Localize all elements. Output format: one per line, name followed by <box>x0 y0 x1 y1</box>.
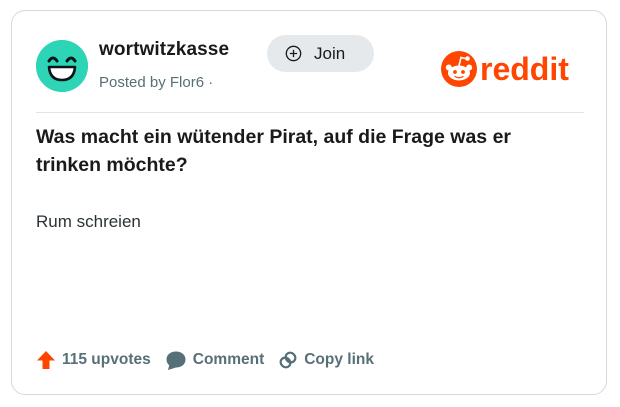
post-body: Rum schreien <box>36 212 141 231</box>
copy-link-label: Copy link <box>304 351 374 368</box>
post-title[interactable]: Was macht ein wütender Pirat, auf die Fr… <box>36 123 576 179</box>
join-label: Join <box>314 43 346 63</box>
copy-link-button[interactable]: Copy link <box>278 349 374 371</box>
upvote-button[interactable]: 115 upvotes <box>36 350 151 370</box>
upvote-arrow-icon <box>37 351 55 369</box>
comment-bubble-icon <box>166 351 186 370</box>
comment-button[interactable]: Comment <box>165 350 264 371</box>
posted-by-label: Posted by Flor6 · <box>99 74 214 91</box>
post-header: wortwitzkasse Join Posted by Flor6 · red… <box>36 35 584 109</box>
upvote-count: 115 upvotes <box>62 351 151 368</box>
reddit-post-card: wortwitzkasse Join Posted by Flor6 · red… <box>11 10 607 395</box>
link-icon <box>279 351 297 369</box>
header-divider <box>36 112 584 113</box>
join-button[interactable]: Join <box>267 35 374 72</box>
plus-circle-icon <box>285 45 302 62</box>
reddit-wordmark: reddit <box>480 51 569 87</box>
subreddit-avatar-icon[interactable] <box>36 40 88 92</box>
comment-label: Comment <box>192 351 265 368</box>
reddit-snoo-icon <box>441 51 477 87</box>
post-actions: 115 upvotes Comment Copy link <box>36 347 388 373</box>
reddit-logo[interactable]: reddit <box>440 47 590 91</box>
subreddit-name[interactable]: wortwitzkasse <box>99 39 229 61</box>
